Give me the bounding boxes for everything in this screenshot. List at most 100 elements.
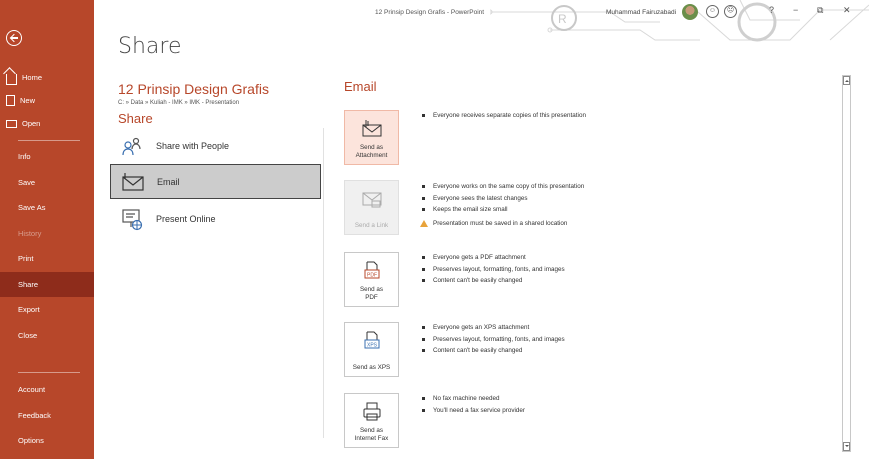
sidebar-item-new[interactable]: New — [0, 89, 94, 112]
tile-label: Send as XPS — [352, 364, 391, 371]
bullet-text: Everyone sees the latest changes — [433, 194, 528, 202]
send-as-xps-button[interactable]: XPS Send as XPS — [344, 322, 399, 377]
fax-bullets: No fax machine needed You'll need a fax … — [420, 393, 525, 416]
sidebar-item-share[interactable]: Share — [0, 271, 94, 297]
document-path: C: » Data » Kuliah - IMK » IMK - Present… — [118, 100, 240, 106]
restore-icon[interactable]: ⧉ — [817, 5, 823, 16]
option-label: Email — [157, 176, 180, 187]
smiley-feedback-icon[interactable]: ☺ — [706, 5, 719, 18]
user-name[interactable]: Muhammad Fairuzabadi — [606, 9, 676, 16]
sidebar-item-label: New — [20, 96, 36, 105]
sidebar-item-save-as[interactable]: Save As — [0, 195, 94, 221]
window-title: 12 Prinsip Design Grafis - PowerPoint — [375, 9, 485, 16]
bullet-dot — [422, 337, 425, 341]
tile-label: Send as PDF — [359, 286, 384, 301]
bullet-dot — [422, 267, 425, 271]
vertical-scrollbar[interactable] — [842, 75, 851, 452]
xps-icon: XPS — [362, 331, 382, 351]
present-online-icon — [120, 207, 144, 231]
sidebar-item-label: Close — [18, 330, 38, 340]
email-heading: Email — [344, 79, 377, 94]
attachment-bullets: Everyone receives separate copies of thi… — [420, 110, 586, 122]
sidebar-item-label: Feedback — [18, 410, 51, 420]
sidebar-divider — [18, 140, 80, 141]
send-as-internet-fax-button[interactable]: Send as Internet Fax — [344, 393, 399, 448]
bullet-dot — [422, 279, 425, 283]
sidebar-bottom-nav: Account Feedback Options — [0, 377, 94, 454]
scroll-down-icon[interactable] — [843, 442, 850, 451]
bullet-dot — [422, 326, 425, 330]
sidebar-item-label: Options — [18, 436, 44, 446]
sidebar-item-export[interactable]: Export — [0, 297, 94, 323]
sidebar-item-info[interactable]: Info — [0, 144, 94, 170]
minimize-icon[interactable]: − — [793, 5, 798, 15]
tile-label: Send as Internet Fax — [354, 427, 389, 442]
bullet-item: Everyone gets a PDF attachment — [420, 252, 565, 264]
bullet-item: Content can't be easily changed — [420, 345, 565, 357]
frown-feedback-icon[interactable]: ☹ — [724, 5, 737, 18]
scroll-up-icon[interactable] — [843, 76, 850, 85]
email-icon — [121, 170, 145, 194]
tile-label: Send a Link — [354, 222, 389, 229]
bullet-dot — [422, 256, 425, 260]
send-as-pdf-button[interactable]: PDF Send as PDF — [344, 252, 399, 307]
sidebar-item-label: Print — [18, 254, 34, 264]
sidebar-item-open[interactable]: Open — [0, 112, 94, 135]
sidebar-item-feedback[interactable]: Feedback — [0, 403, 94, 429]
share-with-people-option[interactable]: Share with People — [110, 128, 321, 163]
page-title: Share — [118, 34, 182, 59]
send-link-icon — [362, 189, 382, 209]
bullet-text: Everyone receives separate copies of thi… — [433, 112, 586, 120]
warning-item: Presentation must be saved in a shared l… — [420, 218, 584, 230]
xps-bullets: Everyone gets an XPS attachment Preserve… — [420, 322, 565, 357]
sidebar-item-label: Info — [18, 152, 31, 162]
bullet-text: Preserves layout, formatting, fonts, and… — [433, 265, 565, 273]
send-as-attachment-button[interactable]: Send as Attachment — [344, 110, 399, 165]
sidebar-top-nav: Home New Open — [0, 66, 94, 135]
warning-icon — [420, 219, 428, 227]
present-online-option[interactable]: Present Online — [110, 201, 321, 236]
home-icon — [6, 74, 17, 85]
avatar[interactable] — [682, 4, 698, 20]
bullet-item: Everyone receives separate copies of thi… — [420, 110, 586, 122]
bullet-text: Content can't be easily changed — [433, 277, 523, 285]
pdf-bullets: Everyone gets a PDF attachment Preserves… — [420, 252, 565, 287]
sidebar-item-label: History — [18, 228, 42, 238]
new-document-icon — [6, 95, 15, 106]
sidebar-main-nav: Info Save Save As History Print Share Ex… — [0, 144, 94, 348]
close-icon[interactable]: ✕ — [843, 5, 851, 16]
sidebar-item-print[interactable]: Print — [0, 246, 94, 272]
bullet-dot — [422, 349, 425, 353]
warning-text: Presentation must be saved in a shared l… — [433, 219, 568, 227]
sidebar-item-save[interactable]: Save — [0, 170, 94, 196]
svg-text:R: R — [558, 12, 567, 26]
help-icon[interactable]: ? — [769, 5, 774, 15]
pdf-badge-text: PDF — [367, 273, 377, 279]
sidebar-item-options[interactable]: Options — [0, 428, 94, 454]
bullet-item: Everyone works on the same copy of this … — [420, 181, 584, 193]
send-a-link-button: Send a Link — [344, 180, 399, 235]
email-option[interactable]: Email — [110, 164, 321, 199]
sidebar-item-history: History — [0, 221, 94, 247]
bullet-item: No fax machine needed — [420, 393, 525, 405]
email-attachment-icon — [362, 119, 382, 139]
bullet-item: Everyone sees the latest changes — [420, 193, 584, 205]
folder-open-icon — [6, 119, 17, 128]
option-label: Present Online — [156, 213, 216, 224]
bullet-dot — [422, 208, 425, 212]
panel-divider — [323, 128, 324, 438]
fax-icon — [362, 402, 382, 422]
circuit-decoration: R — [490, 0, 869, 42]
sidebar-item-account[interactable]: Account — [0, 377, 94, 403]
document-title: 12 Prinsip Design Grafis — [118, 81, 269, 97]
bullet-item: Everyone gets an XPS attachment — [420, 322, 565, 334]
sidebar-item-home[interactable]: Home — [0, 66, 94, 89]
bullet-item: Preserves layout, formatting, fonts, and… — [420, 334, 565, 346]
back-arrow-icon[interactable] — [6, 30, 22, 46]
bullet-dot — [422, 185, 425, 189]
bullet-dot — [422, 114, 425, 118]
sidebar-item-label: Home — [22, 73, 43, 82]
bullet-text: Content can't be easily changed — [433, 347, 523, 355]
sidebar-item-close[interactable]: Close — [0, 323, 94, 349]
xps-badge-text: XPS — [366, 343, 377, 349]
